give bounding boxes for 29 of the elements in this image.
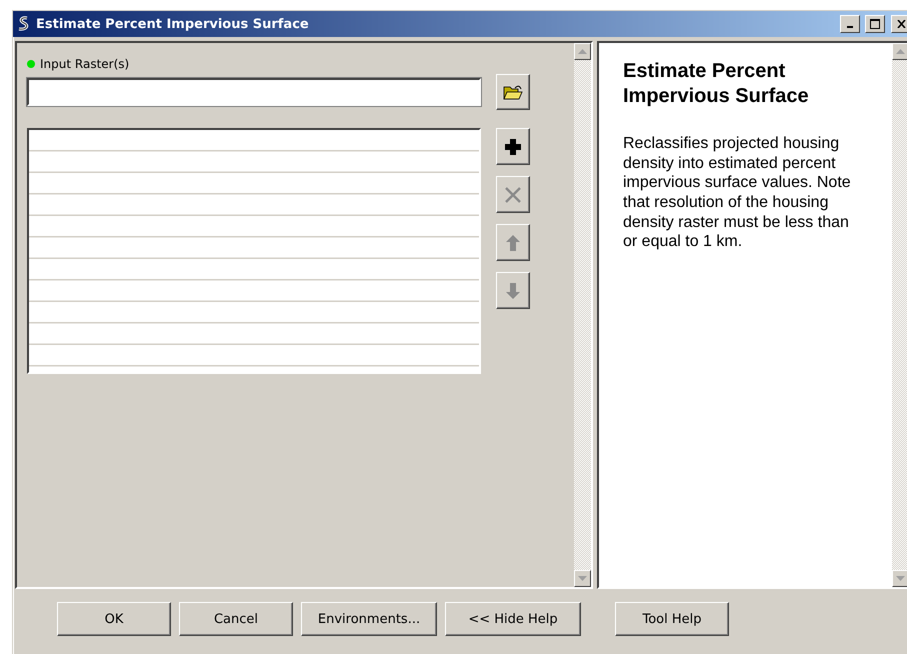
scroll-up-icon — [896, 49, 905, 54]
minimize-button[interactable] — [840, 15, 860, 33]
dialog-button[interactable]: << Hide Help — [445, 602, 581, 636]
close-icon — [896, 20, 906, 28]
plus-icon — [504, 138, 522, 156]
browse-button[interactable] — [496, 74, 530, 110]
scrollbar[interactable] — [892, 43, 907, 587]
arrow-down-icon — [505, 282, 521, 300]
help-title: Estimate Percent Impervious Surface — [623, 59, 810, 109]
close-icon — [504, 186, 522, 204]
dialog-button[interactable]: Cancel — [179, 602, 293, 636]
add-button[interactable] — [496, 128, 530, 165]
dialog-button[interactable]: Tool Help — [615, 602, 729, 636]
maximize-icon — [870, 19, 880, 29]
parameter-label: Input Raster(s) — [40, 57, 130, 71]
scroll-down-icon — [578, 576, 587, 581]
dialog-button[interactable]: Environments... — [301, 602, 437, 636]
scroll-down-icon — [896, 576, 905, 581]
input-field[interactable] — [27, 78, 481, 106]
help-text: Reclassifies projected housing density into estimated percent impervious surface values. Note that resolution of the housing density raster must be less than or equal to 1 km. — [623, 134, 852, 252]
arrow-up-icon — [505, 234, 521, 252]
script-icon — [17, 16, 31, 32]
folder-icon — [503, 84, 523, 100]
scrollbar[interactable] — [574, 43, 591, 587]
close-button[interactable] — [891, 15, 907, 33]
window-title: Estimate Percent Impervious Surface — [36, 16, 310, 32]
maximize-button[interactable] — [865, 15, 885, 33]
dialog-button[interactable]: OK — [57, 602, 171, 636]
scroll-up-icon — [578, 49, 587, 54]
